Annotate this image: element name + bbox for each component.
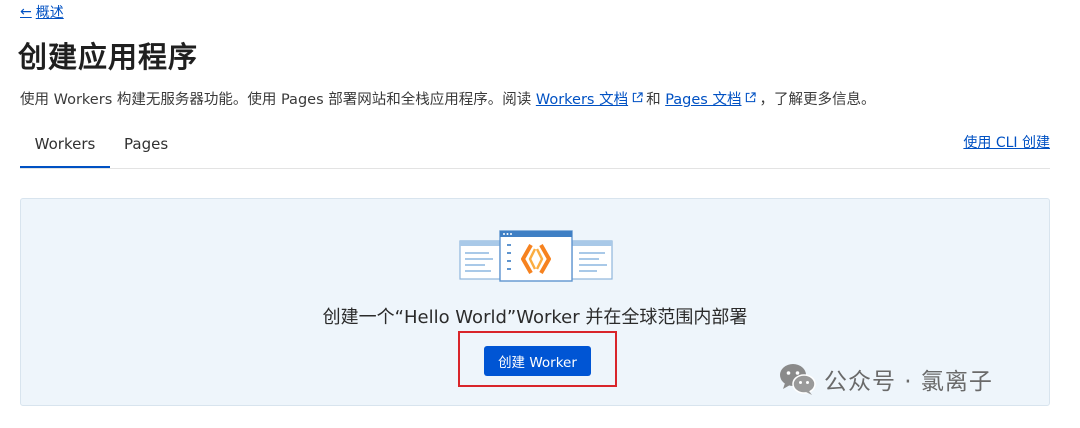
arrow-left-icon: ← — [20, 4, 32, 20]
description-text-3: ，了解更多信息。 — [759, 92, 876, 108]
watermark-text: 公众号 · 氯离子 — [824, 369, 993, 395]
empty-state-headline: 创建一个“Hello World”Worker 并在全球范围内部署 — [322, 307, 748, 328]
create-application-page: ← 概述 创建应用程序 使用 Workers 构建无服务器功能。使用 Pages… — [0, 0, 1080, 428]
tab-pages[interactable]: Pages — [124, 128, 168, 166]
workers-docs-link[interactable]: Workers 文档 — [536, 92, 628, 108]
tab-workers[interactable]: Workers — [20, 128, 110, 168]
description-text-1: 使用 Workers 构建无服务器功能。使用 Pages 部署网站和全栈应用程序… — [20, 92, 536, 108]
watermark: 公众号 · 氯离子 — [778, 362, 993, 396]
external-link-icon — [632, 92, 643, 103]
create-with-cli-link[interactable]: 使用 CLI 创建 — [963, 128, 1050, 158]
page-title: 创建应用程序 — [18, 40, 199, 74]
wechat-logo-icon — [780, 364, 816, 395]
back-to-overview-link[interactable]: ← 概述 — [20, 2, 64, 22]
tab-bar: Workers Pages 使用 CLI 创建 — [20, 128, 1050, 169]
create-worker-button[interactable]: 创建 Worker — [484, 346, 591, 376]
back-link-label: 概述 — [35, 5, 64, 21]
highlight-annotation-box: 创建 Worker — [458, 331, 617, 387]
workers-windows-illustration — [459, 230, 613, 282]
page-description: 使用 Workers 构建无服务器功能。使用 Pages 部署网站和全栈应用程序… — [20, 88, 875, 109]
pages-docs-link[interactable]: Pages 文档 — [665, 92, 741, 108]
description-text-2: 和 — [646, 92, 666, 108]
external-link-icon — [746, 92, 757, 103]
